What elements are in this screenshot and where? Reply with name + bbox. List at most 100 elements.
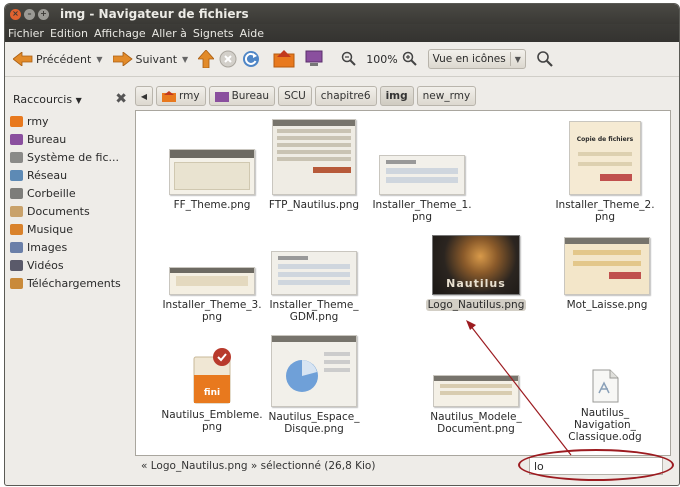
path-segment-bureau[interactable]: Bureau [208,86,276,106]
sidebar-item-label: Documents [27,204,90,218]
sidebar-item-label: Bureau [27,132,67,146]
sidebar-item-images[interactable]: Images [5,238,135,256]
place-icon [10,277,23,289]
menu-affichage[interactable]: Affichage [94,27,146,40]
file-item[interactable]: Installer_Theme_3. png [157,267,267,323]
stop-button[interactable] [219,50,237,68]
file-name-line1: Nautilus_Espace_ [268,411,360,423]
reload-button[interactable] [242,50,260,68]
path-segment-rmy[interactable]: rmy [156,86,206,106]
search-button[interactable] [536,50,554,68]
home-button[interactable] [273,50,295,68]
file-name: Installer_Theme_ GDM.png [259,299,369,323]
sidebar-item-syst-me-de-fic[interactable]: Système de fic... [5,148,135,166]
file-item[interactable]: Installer_Theme_ GDM.png [259,251,369,323]
back-button[interactable]: Précédent [13,52,91,66]
sidebar-mode-select[interactable]: Raccourcis ▼ [13,93,82,106]
menu-aide[interactable]: Aide [240,27,264,40]
file-name: Nautilus_Modele_ Document.png [421,411,531,435]
file-manager-window: × – + img - Navigateur de fichiers Fichi… [4,3,680,486]
sidebar-item-r-seau[interactable]: Réseau [5,166,135,184]
sidebar-item-rmy[interactable]: rmy [5,112,135,130]
place-icon [10,115,23,127]
sidebar-item-label: rmy [27,114,49,128]
file-name-line1: Installer_Theme_3. [162,299,262,311]
file-item[interactable]: FTP_Nautilus.png [259,119,369,211]
file-name-line3: Classique.odg [568,431,642,443]
sidebar-item-label: Musique [27,222,73,236]
menu-signets[interactable]: Signets [193,27,234,40]
path-segment-scu[interactable]: SCU [278,86,312,106]
back-arrow-icon [13,52,33,66]
maximize-window-button[interactable]: + [38,8,49,20]
window-title: img - Navigateur de fichiers [60,7,249,21]
copy-dialog-thumb-title: Copie de fichiers [576,136,634,143]
place-icon [10,169,23,181]
sidebar-item-bureau[interactable]: Bureau [5,130,135,148]
forward-button[interactable]: Suivant [112,52,178,66]
sidebar-item-corbeille[interactable]: Corbeille [5,184,135,202]
file-name: Installer_Theme_2. png [550,199,660,223]
file-item[interactable]: Copie de fichiers Installer_Theme_2. png [550,121,660,223]
sidebar-mode-label: Raccourcis [13,92,73,106]
file-name-line1: Installer_Theme_1. [372,199,472,211]
forward-history-dropdown-icon[interactable]: ▼ [182,55,188,64]
file-item[interactable]: fini Nautilus_Embleme. png [157,347,267,433]
sidebar: Raccourcis ▼ ✖ rmy Bureau Système de fic..… [5,86,135,485]
forward-label: Suivant [135,52,178,66]
view-mode-select[interactable]: Vue en icônes ▼ [427,49,526,69]
menu-bar: Fichier Edition Affichage Aller à Signet… [5,24,679,42]
menu-aller[interactable]: Aller à [152,27,187,40]
path-segment-new-rmy[interactable]: new_rmy [416,86,477,106]
file-item-selected[interactable]: Nautilus Logo_Nautilus.png [421,235,531,311]
place-icon [10,205,23,217]
file-thumbnail [271,251,357,295]
up-button[interactable] [198,50,215,68]
file-thumbnail [379,155,465,195]
file-thumbnail: fini [190,347,234,405]
path-segment-rmy-label: rmy [179,90,200,102]
file-name-line2: Disque.png [284,423,344,435]
sidebar-item-musique[interactable]: Musique [5,220,135,238]
path-bar: ◀ rmy Bureau SCU chapitre6 img new_rmy [135,85,479,107]
sidebar-item-documents[interactable]: Documents [5,202,135,220]
zoom-level: 100% [366,52,398,66]
close-sidebar-icon[interactable]: ✖ [115,91,127,107]
back-history-dropdown-icon[interactable]: ▼ [96,55,102,64]
view-mode-separator [509,52,511,66]
back-label: Précédent [36,52,92,66]
file-icon-view[interactable]: FF_Theme.png FTP_Nautilus.png Installer_… [135,110,671,456]
sidebar-item-t-l-chargements[interactable]: Téléchargements [5,274,135,292]
sidebar-item-vid-os[interactable]: Vidéos [5,256,135,274]
path-segment-img[interactable]: img [379,86,414,106]
place-icon [10,133,23,145]
file-name-line2: Navigation_ [574,419,636,431]
interactive-search-input[interactable]: lo [529,457,663,475]
menu-edition[interactable]: Edition [50,27,88,40]
close-window-button[interactable]: × [10,8,21,20]
up-arrow-icon [198,50,215,68]
sidebar-item-label: Téléchargements [27,276,121,290]
file-name-line1: Installer_Theme_ [269,299,359,311]
file-item[interactable]: FF_Theme.png [157,149,267,211]
forward-arrow-icon [112,52,133,66]
computer-button[interactable] [304,50,324,68]
file-item[interactable]: Nautilus_Espace_ Disque.png [259,335,369,435]
file-thumbnail: Copie de fichiers [569,121,641,195]
file-item[interactable]: Nautilus_Modele_ Document.png [421,375,531,435]
zoom-out-button[interactable] [341,51,357,67]
sidebar-item-label: Système de fic... [27,150,119,164]
file-item[interactable]: Installer_Theme_1. png [367,155,477,223]
sidebar-item-label: Corbeille [27,186,76,200]
minimize-window-button[interactable]: – [24,8,35,20]
emblem-badge-text: fini [203,388,221,398]
sidebar-mode-chevron-icon: ▼ [75,95,82,105]
path-segment-chapitre6[interactable]: chapitre6 [314,86,377,106]
zoom-in-button[interactable] [402,51,418,67]
path-scroll-left-button[interactable]: ◀ [135,86,153,106]
menu-fichier[interactable]: Fichier [8,27,44,40]
sidebar-item-label: Images [27,240,68,254]
file-name-line2: GDM.png [289,311,339,323]
file-item[interactable]: Mot_Laisse.png [552,237,662,311]
file-item[interactable]: Nautilus_ Navigation_ Classique.odg [550,369,660,443]
